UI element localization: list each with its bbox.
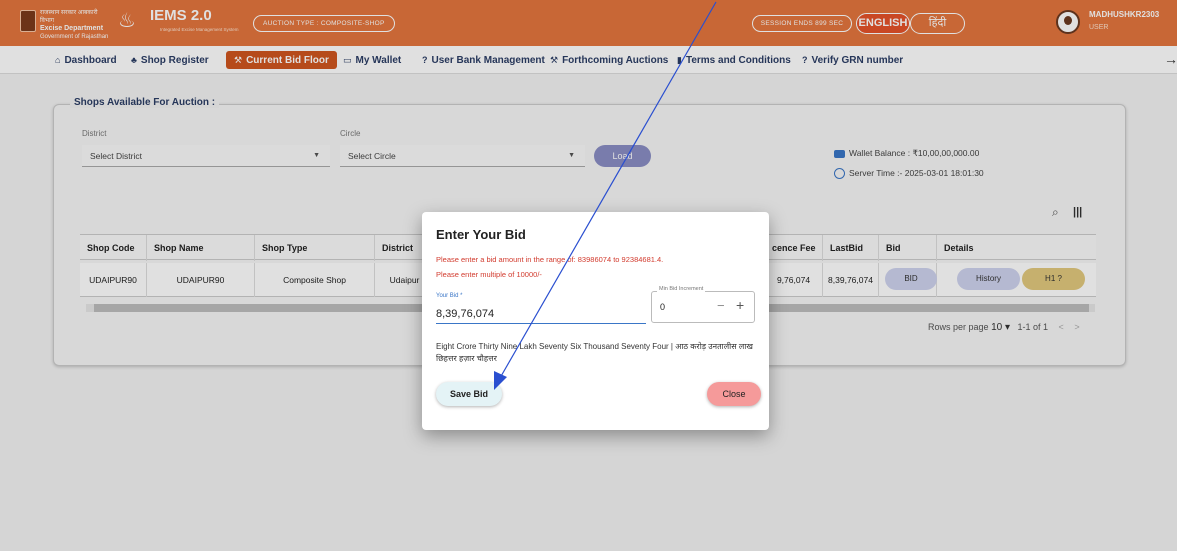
- minus-icon[interactable]: −: [717, 298, 725, 313]
- save-bid-button[interactable]: Save Bid: [436, 382, 502, 406]
- close-button[interactable]: Close: [707, 382, 761, 406]
- dialog-title: Enter Your Bid: [436, 227, 526, 242]
- enter-bid-dialog: Enter Your Bid Please enter a bid amount…: [422, 212, 769, 430]
- increment-label: Min Bid Increment: [657, 286, 706, 292]
- bid-amount-input[interactable]: [436, 304, 646, 324]
- multiple-warning: Please enter multiple of 10000/-: [436, 270, 542, 279]
- bid-field-label: Your Bid *: [436, 293, 463, 299]
- plus-icon[interactable]: +: [736, 297, 744, 313]
- amount-in-words: Eight Crore Thirty Nine Lakh Seventy Six…: [436, 342, 753, 363]
- increment-value[interactable]: 0: [660, 302, 665, 312]
- range-warning: Please enter a bid amount in the range o…: [436, 255, 664, 264]
